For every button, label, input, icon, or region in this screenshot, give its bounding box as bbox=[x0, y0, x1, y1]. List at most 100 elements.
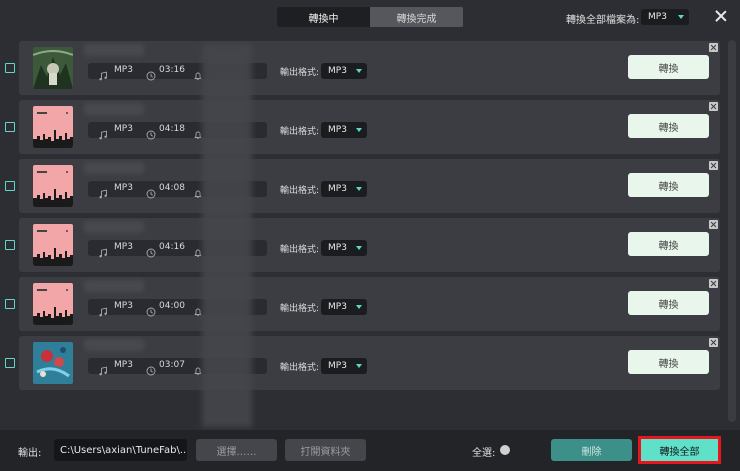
track-row: MP3 04:00 輸出格式: MP3 轉換 bbox=[19, 277, 720, 331]
tab-converting[interactable]: 轉換中 bbox=[277, 7, 370, 27]
album-art bbox=[33, 106, 73, 148]
delete-button[interactable]: 刪除 bbox=[551, 439, 632, 461]
select-folder-button[interactable]: 選擇…… bbox=[196, 439, 277, 461]
track-format: MP3 bbox=[114, 124, 133, 134]
output-format-value: MP3 bbox=[328, 302, 347, 312]
track-format: MP3 bbox=[114, 242, 133, 252]
convert-button[interactable]: 轉換 bbox=[628, 173, 709, 197]
clock-icon bbox=[146, 66, 156, 81]
clock-icon bbox=[146, 125, 156, 140]
track-duration: 04:16 bbox=[159, 242, 185, 252]
output-format-select[interactable]: MP3 bbox=[321, 63, 367, 79]
chevron-down-icon bbox=[356, 128, 362, 132]
convert-button[interactable]: 轉換 bbox=[628, 232, 709, 256]
chevron-down-icon bbox=[356, 187, 362, 191]
output-format-value: MP3 bbox=[328, 184, 347, 194]
album-art bbox=[33, 165, 73, 207]
row-checkbox[interactable] bbox=[5, 299, 15, 309]
row-checkbox[interactable] bbox=[5, 181, 15, 191]
track-title-blurred bbox=[84, 44, 144, 56]
output-format-label: 輸出格式: bbox=[280, 245, 320, 255]
track-duration: 04:08 bbox=[159, 183, 185, 193]
output-format-select[interactable]: MP3 bbox=[321, 358, 367, 374]
remove-track-icon[interactable] bbox=[709, 279, 718, 288]
convert-button[interactable]: 轉換 bbox=[628, 114, 709, 138]
output-format-value: MP3 bbox=[328, 243, 347, 253]
track-duration: 04:18 bbox=[159, 124, 185, 134]
select-all-radio[interactable] bbox=[500, 445, 510, 455]
output-format-label: 輸出格式: bbox=[280, 363, 320, 373]
open-folder-button[interactable]: 打開資料夾 bbox=[285, 439, 366, 461]
album-art bbox=[33, 47, 73, 89]
convert-all-format-value: MP3 bbox=[648, 12, 667, 22]
chevron-down-icon bbox=[356, 246, 362, 250]
convert-button[interactable]: 轉換 bbox=[628, 350, 709, 374]
output-format-select[interactable]: MP3 bbox=[321, 240, 367, 256]
clock-icon bbox=[146, 184, 156, 199]
top-bar: 轉換中 轉換完成 轉換全部檔案為: MP3 bbox=[0, 0, 740, 34]
track-row: MP3 03:16 輸出格式: MP3 轉換 bbox=[19, 41, 720, 95]
clock-icon bbox=[146, 243, 156, 258]
convert-all-format-label: 轉換全部檔案為: bbox=[566, 15, 640, 26]
track-title-blurred bbox=[84, 221, 144, 233]
track-title-blurred bbox=[84, 103, 144, 115]
track-format: MP3 bbox=[114, 360, 133, 370]
tab-finished[interactable]: 轉換完成 bbox=[370, 7, 463, 27]
track-duration: 03:16 bbox=[159, 65, 185, 75]
chevron-down-icon bbox=[678, 15, 684, 19]
music-note-icon bbox=[98, 125, 108, 140]
track-row: MP3 03:07 輸出格式: MP3 轉換 bbox=[19, 336, 720, 390]
output-path-field[interactable]: C:\Users\axian\TuneFab\... bbox=[54, 439, 187, 461]
convert-button[interactable]: 轉換 bbox=[628, 291, 709, 315]
privacy-blur bbox=[202, 44, 252, 427]
output-format-select[interactable]: MP3 bbox=[321, 181, 367, 197]
output-format-value: MP3 bbox=[328, 125, 347, 135]
convert-all-button[interactable]: 轉換全部 bbox=[638, 436, 721, 464]
music-note-icon bbox=[98, 361, 108, 376]
row-checkbox[interactable] bbox=[5, 122, 15, 132]
track-duration: 04:00 bbox=[159, 301, 185, 311]
album-art bbox=[33, 224, 73, 266]
bottom-bar: 輸出: C:\Users\axian\TuneFab\... 選擇…… 打開資料… bbox=[0, 430, 740, 471]
track-title-blurred bbox=[84, 280, 144, 292]
remove-track-icon[interactable] bbox=[709, 338, 718, 347]
track-row: MP3 04:18 輸出格式: MP3 轉換 bbox=[19, 100, 720, 154]
output-format-select[interactable]: MP3 bbox=[321, 299, 367, 315]
output-format-label: 輸出格式: bbox=[280, 304, 320, 314]
list-scrollbar[interactable] bbox=[728, 40, 736, 422]
row-checkbox[interactable] bbox=[5, 63, 15, 73]
output-format-value: MP3 bbox=[328, 66, 347, 76]
convert-all-format-select[interactable]: MP3 bbox=[641, 9, 689, 25]
remove-track-icon[interactable] bbox=[709, 102, 718, 111]
remove-track-icon[interactable] bbox=[709, 220, 718, 229]
track-format: MP3 bbox=[114, 183, 133, 193]
convert-button[interactable]: 轉換 bbox=[628, 55, 709, 79]
track-format: MP3 bbox=[114, 65, 133, 75]
clock-icon bbox=[146, 361, 156, 376]
row-checkbox[interactable] bbox=[5, 240, 15, 250]
music-note-icon bbox=[98, 302, 108, 317]
output-label: 輸出: bbox=[18, 448, 42, 459]
output-format-select[interactable]: MP3 bbox=[321, 122, 367, 138]
music-note-icon bbox=[98, 184, 108, 199]
select-all-label: 全選: bbox=[472, 448, 496, 459]
row-checkbox[interactable] bbox=[5, 358, 15, 368]
output-format-value: MP3 bbox=[328, 361, 347, 371]
chevron-down-icon bbox=[356, 305, 362, 309]
track-duration: 03:07 bbox=[159, 360, 185, 370]
track-format: MP3 bbox=[114, 301, 133, 311]
chevron-down-icon bbox=[356, 69, 362, 73]
music-note-icon bbox=[98, 66, 108, 81]
clock-icon bbox=[146, 302, 156, 317]
remove-track-icon[interactable] bbox=[709, 161, 718, 170]
track-title-blurred bbox=[84, 162, 144, 174]
album-art bbox=[33, 283, 73, 325]
output-format-label: 輸出格式: bbox=[280, 127, 320, 137]
track-title-blurred bbox=[84, 339, 144, 351]
close-window-icon[interactable] bbox=[714, 9, 728, 23]
output-format-label: 輸出格式: bbox=[280, 186, 320, 196]
music-note-icon bbox=[98, 243, 108, 258]
tab-bar: 轉換中 轉換完成 bbox=[277, 7, 464, 27]
remove-track-icon[interactable] bbox=[709, 43, 718, 52]
output-format-label: 輸出格式: bbox=[280, 68, 320, 78]
